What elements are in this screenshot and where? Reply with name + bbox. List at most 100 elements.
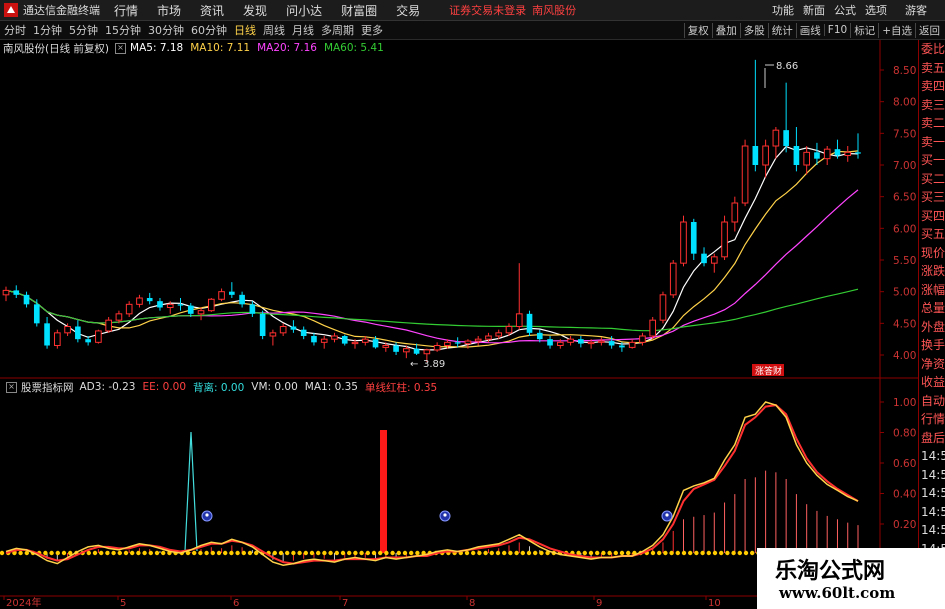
low-price-label: 3.89 xyxy=(423,359,445,370)
date-axis: 2024年 5 6 7 8 9 10 xyxy=(3,596,721,609)
candle-body xyxy=(341,336,348,344)
candle-body xyxy=(249,304,256,314)
baseline-dot xyxy=(223,550,228,556)
baseline-dot xyxy=(415,550,420,556)
candle-body xyxy=(526,313,533,333)
candle xyxy=(259,310,266,340)
candle-body xyxy=(669,262,677,296)
candle-body xyxy=(772,129,780,147)
baseline-dot xyxy=(402,550,408,556)
side-panel-item[interactable]: 14:50 xyxy=(919,466,945,485)
candle-body xyxy=(320,338,328,343)
candle xyxy=(187,303,194,317)
side-panel-item: 卖三 xyxy=(921,97,945,112)
baseline-dot xyxy=(526,550,532,556)
candle-body xyxy=(598,340,605,343)
watermark-box: 乐淘公式网 www.60lt.com xyxy=(757,548,945,609)
chart-canvas[interactable]: 8.50 8.00 7.50 7.00 6.50 6.00 5.50 5.00 4.50 4.00… xyxy=(0,0,918,609)
candle xyxy=(44,317,50,349)
candle-body xyxy=(207,298,215,312)
candle-body xyxy=(351,341,359,345)
baseline-dot xyxy=(595,550,600,556)
side-panel-item[interactable]: 盘后 xyxy=(919,429,945,448)
baseline-dot xyxy=(216,550,222,556)
candle xyxy=(793,127,800,172)
baseline-dot xyxy=(502,550,507,556)
side-panel-item: 买五 xyxy=(921,227,945,241)
candle xyxy=(207,298,215,312)
candle-body xyxy=(85,339,91,343)
side-panel-item[interactable]: 14:50 xyxy=(919,503,945,522)
baseline-dot xyxy=(161,550,166,556)
baseline-dot xyxy=(663,550,668,556)
side-panel-item[interactable]: 14:50 xyxy=(919,484,945,503)
price-tick-label: 4.00 xyxy=(893,350,916,362)
side-panel-item: 收益 xyxy=(921,375,945,389)
baseline-dot xyxy=(291,550,296,556)
alert-badge-icon xyxy=(201,510,213,522)
baseline-dot xyxy=(297,550,302,556)
candle-body xyxy=(680,221,687,264)
close-indicator-icon[interactable]: × xyxy=(6,381,17,393)
candle-body xyxy=(105,319,112,332)
ee-value: EE: 0.00 xyxy=(142,381,187,393)
candle-body xyxy=(741,145,749,204)
candle-body xyxy=(814,152,820,159)
side-panel-item: 涨跌 xyxy=(921,264,945,278)
baseline-dot xyxy=(477,550,482,556)
candle-body xyxy=(515,313,523,328)
candle-body xyxy=(762,145,769,166)
price-tick-label: 7.00 xyxy=(893,160,916,172)
candle xyxy=(279,323,287,336)
candle-body xyxy=(300,329,307,336)
baseline-dot xyxy=(43,550,48,556)
candle xyxy=(331,332,338,343)
back-button[interactable]: 返回 xyxy=(915,22,943,38)
side-panel-item: 卖五 xyxy=(921,60,945,75)
baseline-dot xyxy=(55,550,60,556)
candle-body xyxy=(433,345,441,351)
candle-body xyxy=(803,151,810,166)
candle xyxy=(567,336,574,346)
candle-body xyxy=(608,341,615,346)
date-tick-label: 7 xyxy=(342,598,348,609)
watermark-url: www.60lt.com xyxy=(779,584,896,602)
candle xyxy=(680,215,687,267)
ma20-value: MA20: 7.16 xyxy=(257,42,317,54)
candle xyxy=(578,336,584,348)
side-panel-item[interactable]: 自动 xyxy=(919,392,945,411)
baseline-dot xyxy=(725,550,730,556)
close-icon[interactable]: × xyxy=(115,42,127,54)
side-panel-item[interactable]: 14:50 xyxy=(919,447,945,466)
ma5-value: MA5: 7.18 xyxy=(130,42,184,54)
side-panel-item: 买二 xyxy=(921,171,945,186)
indicator-tick-label: 0.60 xyxy=(893,458,916,470)
baseline-dot xyxy=(619,550,625,556)
baseline-dot xyxy=(316,550,321,556)
baseline-dot xyxy=(520,550,525,556)
candle xyxy=(311,332,317,346)
candle xyxy=(125,301,133,317)
candle xyxy=(105,317,112,333)
alert-badge-dot xyxy=(443,513,447,517)
candle-body xyxy=(547,339,553,346)
candle-body xyxy=(659,294,667,321)
candle xyxy=(54,329,61,349)
baseline-dot xyxy=(136,550,141,556)
baseline-dot xyxy=(247,550,253,556)
side-panel-item[interactable]: 14:50 xyxy=(919,521,945,540)
baseline-dot xyxy=(750,550,755,556)
baseline-dot xyxy=(204,550,209,556)
candle xyxy=(290,320,297,333)
side-panel-item[interactable]: 行情 xyxy=(919,410,945,429)
watermark-title: 乐淘公式网 xyxy=(775,558,886,584)
candle-body xyxy=(536,332,543,340)
indicator-name[interactable]: 股票指标网 xyxy=(21,380,74,395)
baseline-dot xyxy=(130,550,135,556)
baseline-dot xyxy=(489,550,494,556)
price-tick-label: 6.00 xyxy=(893,223,916,235)
baseline-dot xyxy=(192,550,197,556)
ma1-line xyxy=(5,404,859,565)
side-panel-item: 外盘 xyxy=(921,319,945,334)
candle xyxy=(320,336,328,349)
